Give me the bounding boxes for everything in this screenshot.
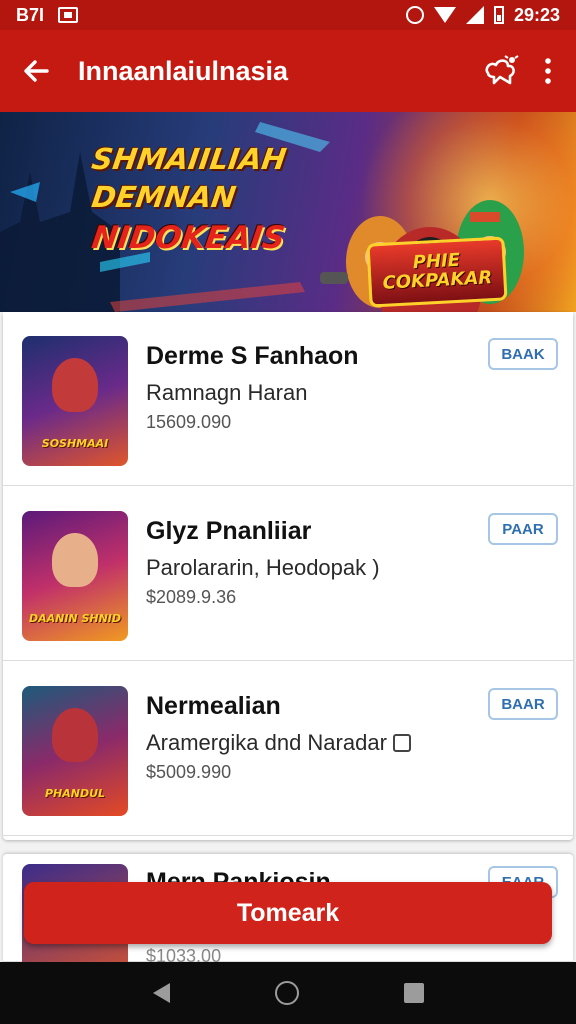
thumbnail-hero: [52, 708, 98, 762]
banner-title-line2: DEMNAN: [89, 180, 239, 214]
item-subtitle-text: Aramergika dnd Naradar: [146, 730, 387, 755]
list-item[interactable]: DAANIN SHNID Glyz Pnanliiar Parolararin,…: [3, 487, 573, 661]
item-subtitle: Parolararin, Heodopak ): [146, 555, 380, 580]
app-bar: Innaanlaiulnasia: [0, 30, 576, 112]
thumbnail-title: SOSHMAAI: [41, 436, 109, 450]
item-name: Derme S Fanhaon: [146, 342, 359, 370]
system-nav-bar: [0, 962, 576, 1024]
nav-recents-icon[interactable]: [403, 983, 424, 1003]
banner-badge-line2: COKPAKAR: [382, 267, 493, 294]
more-options-button[interactable]: [536, 49, 560, 93]
back-button[interactable]: [16, 51, 56, 91]
item-thumbnail: SOSHMAAI: [22, 336, 128, 466]
signal-icon: [465, 6, 484, 24]
more-vert-icon: [545, 58, 551, 84]
item-thumbnail: DAANIN SHNID: [22, 511, 128, 641]
nav-back-icon[interactable]: [152, 983, 170, 1003]
status-left-text: B7I: [16, 4, 45, 25]
battery-icon: [493, 6, 504, 24]
banner-title-line3: NIDOKEAIS: [89, 220, 288, 256]
status-time: 29:23: [513, 4, 560, 25]
item-name: Nermealian: [146, 692, 281, 720]
banner-badge: PHIE COKPAKAR: [366, 236, 508, 308]
status-left: B7I: [16, 4, 79, 26]
promo-banner[interactable]: SHMAIILIAH DEMNAN NIDOKEAIS PHIE COKPAKA…: [0, 112, 576, 317]
thumbnail-hero: [52, 358, 98, 412]
thumbnail-title: PHANDUL: [44, 786, 106, 800]
item-action-button[interactable]: BAAR: [488, 688, 558, 720]
list-item[interactable]: PHANDUL Nermealian Aramergika dnd Narada…: [3, 662, 573, 836]
list-card: SOSHMAAI Derme S Fanhaon Ramnagn Haran 1…: [3, 312, 573, 840]
list-item[interactable]: SOSHMAAI Derme S Fanhaon Ramnagn Haran 1…: [3, 312, 573, 486]
banner-title-line1: SHMAIILIAH: [89, 142, 289, 176]
notification-icon: [58, 7, 79, 23]
item-subtitle: Aramergika dnd Naradar: [146, 730, 411, 756]
share-icon: [485, 55, 519, 85]
image-icon: [392, 734, 411, 752]
thumbnail-hero: [52, 533, 98, 587]
status-bar: B7I 29:23: [0, 0, 576, 30]
item-price: 15609.090: [146, 412, 232, 432]
item-action-button[interactable]: PAAR: [488, 513, 558, 545]
arrow-left-icon: [24, 60, 49, 82]
primary-cta-button[interactable]: Tomeark: [24, 882, 552, 944]
thumbnail-title: DAANIN SHNID: [28, 611, 122, 625]
dnd-icon: [405, 6, 424, 24]
status-right: 29:23: [405, 4, 560, 26]
nav-home-icon[interactable]: [274, 981, 299, 1005]
product-list[interactable]: SOSHMAAI Derme S Fanhaon Ramnagn Haran 1…: [0, 312, 576, 994]
item-price: $2089.9.36: [146, 587, 237, 607]
item-thumbnail: PHANDUL: [22, 686, 128, 816]
page-title: Innaanlaiulnasia: [78, 55, 289, 86]
item-action-button[interactable]: BAAK: [488, 338, 558, 370]
share-button[interactable]: [478, 49, 522, 93]
wifi-icon: [433, 7, 456, 23]
item-name: Glyz Pnanliiar: [146, 517, 312, 545]
item-price: $5009.990: [146, 762, 232, 782]
item-subtitle: Ramnagn Haran: [146, 380, 308, 405]
